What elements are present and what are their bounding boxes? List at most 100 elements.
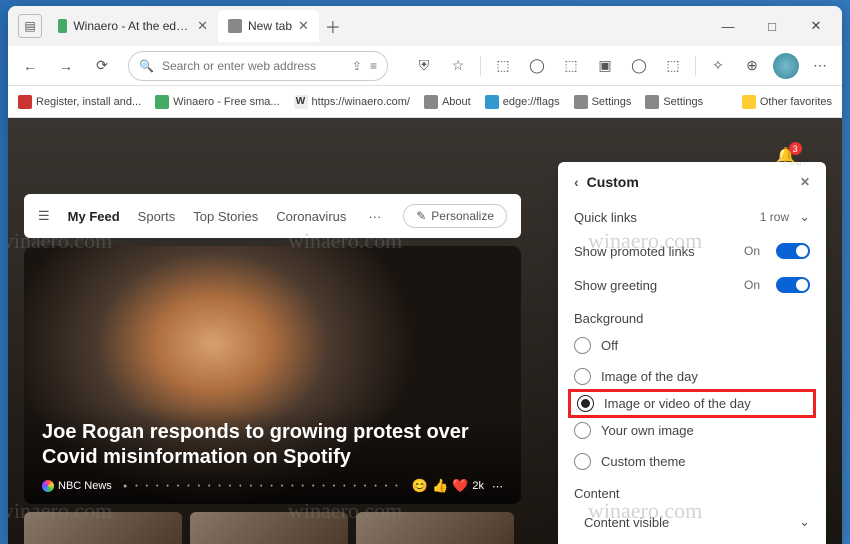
ext-icon[interactable]: ⬚ xyxy=(657,50,689,82)
carousel-dots[interactable]: ● • • • • • • • • • • • • • • • • • • • … xyxy=(120,483,404,490)
new-tab-button[interactable]: ＋ xyxy=(319,12,347,40)
reactions[interactable]: 😊👍❤️2k xyxy=(412,478,484,494)
heart-icon: ❤️ xyxy=(452,478,468,494)
card-more-icon[interactable]: ⋯ xyxy=(492,480,503,493)
news-card[interactable]: Joe Rogan responds to growing protest ov… xyxy=(24,246,521,504)
separator xyxy=(480,56,481,76)
news-thumb[interactable] xyxy=(356,512,514,544)
notification-badge: 3 xyxy=(789,142,802,155)
close-panel-icon[interactable]: ✕ xyxy=(800,175,810,189)
window-controls: ― □ ✕ xyxy=(706,10,838,42)
tab-actions-icon[interactable]: ▤ xyxy=(18,14,42,38)
personalize-button[interactable]: ✎Personalize xyxy=(403,204,507,228)
close-icon[interactable]: ✕ xyxy=(197,18,208,34)
ext-icon[interactable]: ▣ xyxy=(589,50,621,82)
favorite-icon[interactable]: ☆ xyxy=(442,50,474,82)
bg-option-custom-theme[interactable]: Custom theme xyxy=(574,446,810,477)
favicon-icon xyxy=(58,19,67,33)
share-icon[interactable]: ⇪ xyxy=(352,59,362,73)
close-icon[interactable]: ✕ xyxy=(298,18,309,34)
bg-option-off[interactable]: Off xyxy=(574,330,810,361)
bookmark-item[interactable]: edge://flags xyxy=(485,95,560,109)
ext-icon[interactable]: ⬚ xyxy=(487,50,519,82)
profile-avatar[interactable] xyxy=(770,50,802,82)
news-thumb[interactable] xyxy=(24,512,182,544)
bookmark-icon xyxy=(155,95,169,109)
chevron-down-icon[interactable]: ⌄ xyxy=(799,209,810,225)
occluded-text: ed? xyxy=(790,162,808,168)
bg-option-own-image[interactable]: Your own image xyxy=(574,415,810,446)
tab-newtab[interactable]: New tab ✕ xyxy=(218,10,319,42)
close-window-button[interactable]: ✕ xyxy=(794,10,838,42)
thumbnail-row xyxy=(24,512,514,544)
tab-winaero[interactable]: Winaero - At the edge of tweaki... ✕ xyxy=(48,10,218,42)
separator xyxy=(695,56,696,76)
bg-option-image-video-day[interactable]: Image or video of the day xyxy=(568,389,816,418)
nbc-icon xyxy=(42,480,54,492)
refresh-button[interactable]: ⟳ xyxy=(86,50,118,82)
titlebar: ▤ Winaero - At the edge of tweaki... ✕ N… xyxy=(8,6,842,46)
forward-button[interactable]: → xyxy=(50,50,82,82)
favorites-icon[interactable]: ✧ xyxy=(702,50,734,82)
news-overlay: Joe Rogan responds to growing protest ov… xyxy=(24,406,521,504)
feed-tab-coronavirus[interactable]: Coronavirus xyxy=(276,209,346,224)
collections-icon[interactable]: ⊕ xyxy=(736,50,768,82)
ext-icon[interactable]: ◯ xyxy=(521,50,553,82)
maximize-button[interactable]: □ xyxy=(750,10,794,42)
bookmark-icon xyxy=(18,95,32,109)
news-thumb[interactable] xyxy=(190,512,348,544)
news-title: Joe Rogan responds to growing protest ov… xyxy=(42,420,503,470)
tab-label: Winaero - At the edge of tweaki... xyxy=(73,19,191,33)
ext-icon[interactable]: ⬚ xyxy=(555,50,587,82)
page-content: ☁ 4 °C 🎤 ⌕ ♢ 🔔3 ⚙ ☰ My Feed Sports Top S… xyxy=(8,118,842,544)
chevron-down-icon[interactable]: ⌄ xyxy=(799,514,810,530)
bookmark-item[interactable]: Whttps://winaero.com/ xyxy=(294,95,410,109)
minimize-button[interactable]: ― xyxy=(706,10,750,42)
bookmark-item[interactable]: Winaero - Free sma... xyxy=(155,95,279,109)
content-heading: Content xyxy=(574,477,810,505)
bookmark-item[interactable]: Register, install and... xyxy=(18,95,141,109)
news-source: NBC News xyxy=(42,480,112,492)
browser-window: ▤ Winaero - At the edge of tweaki... ✕ N… xyxy=(8,6,842,544)
greeting-toggle[interactable] xyxy=(776,277,810,293)
panel-title: Custom xyxy=(587,174,639,190)
back-icon[interactable]: ‹ xyxy=(574,174,579,190)
like-icon: 👍 xyxy=(432,478,448,494)
search-icon: 🔍 xyxy=(139,59,154,73)
other-favorites[interactable]: Other favorites xyxy=(742,95,832,109)
promoted-links-row: Show promoted links On xyxy=(574,234,810,268)
bookmark-icon xyxy=(424,95,438,109)
toolbar: ← → ⟳ 🔍 ⇪ ≡ ⛨ ☆ ⬚ ◯ ⬚ ▣ ◯ ⬚ ✧ ⊕ ⋯ xyxy=(8,46,842,86)
bg-option-image-day[interactable]: Image of the day xyxy=(574,361,810,392)
feed-more-icon[interactable]: ··· xyxy=(368,209,381,224)
bookmark-item[interactable]: About xyxy=(424,95,471,109)
reader-icon[interactable]: ≡ xyxy=(370,59,377,73)
bookmark-item[interactable]: Settings xyxy=(574,95,632,109)
hamburger-icon[interactable]: ☰ xyxy=(38,208,50,224)
feed-bar: ☰ My Feed Sports Top Stories Coronavirus… xyxy=(24,194,521,238)
bookmark-icon: W xyxy=(294,95,308,109)
ext-icon[interactable]: ◯ xyxy=(623,50,655,82)
shield-icon[interactable]: ⛨ xyxy=(408,50,440,82)
promoted-toggle[interactable] xyxy=(776,243,810,259)
bookmark-item[interactable]: Settings xyxy=(645,95,703,109)
bookmarks-bar: Register, install and... Winaero - Free … xyxy=(8,86,842,118)
feed-tab-topstories[interactable]: Top Stories xyxy=(193,209,258,224)
favicon-icon xyxy=(228,19,242,33)
menu-icon[interactable]: ⋯ xyxy=(804,50,836,82)
feed-tab-myfeed[interactable]: My Feed xyxy=(68,209,120,224)
back-button[interactable]: ← xyxy=(14,50,46,82)
bookmark-icon xyxy=(574,95,588,109)
address-input[interactable] xyxy=(162,59,344,73)
content-visible-row[interactable]: Content visible ⌄ xyxy=(574,505,810,539)
address-bar[interactable]: 🔍 ⇪ ≡ xyxy=(128,51,388,81)
tab-label: New tab xyxy=(248,19,292,33)
tab-strip: Winaero - At the edge of tweaki... ✕ New… xyxy=(48,10,706,42)
sparkle-icon: ✎ xyxy=(416,209,426,223)
background-heading: Background xyxy=(574,302,810,330)
settings-panel: ed? ‹ Custom ✕ Quick links 1 row ⌄ Show … xyxy=(558,162,826,544)
feed-tab-sports[interactable]: Sports xyxy=(138,209,176,224)
quick-links-row[interactable]: Quick links 1 row ⌄ xyxy=(574,200,810,234)
greeting-row: Show greeting On xyxy=(574,268,810,302)
folder-icon xyxy=(742,95,756,109)
